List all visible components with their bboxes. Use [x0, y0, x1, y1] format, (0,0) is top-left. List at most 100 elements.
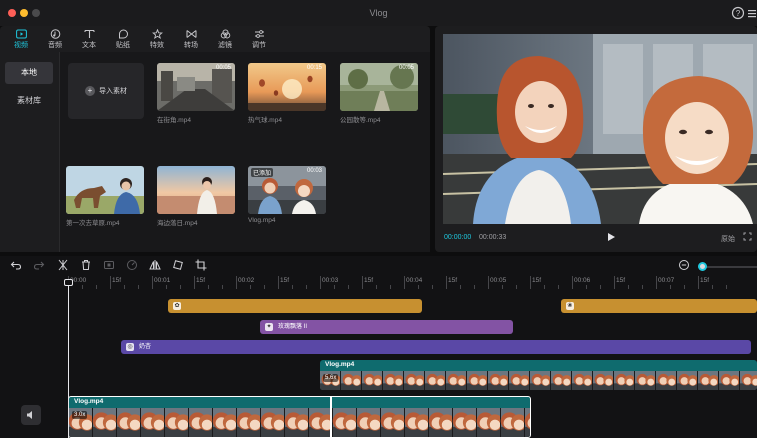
window-title: Vlog: [369, 8, 388, 18]
clip-thumbnail: [66, 166, 144, 214]
ruler-tick-mark: [390, 285, 391, 289]
preview-player: 00:00:00 00:00:33 原始: [435, 26, 757, 252]
ruler-tick-mark: [670, 285, 671, 289]
tab-transition[interactable]: 转场: [174, 26, 208, 52]
ruler-tick-label: 15f: [448, 277, 458, 284]
speed-badge: 3.0x: [72, 411, 88, 419]
menu-icon[interactable]: [745, 6, 757, 20]
filter-icon: [220, 28, 231, 40]
overlay-video-clip[interactable]: Vlog.mp4 5.6x: [320, 360, 757, 390]
ruler-tick-mark: [222, 285, 223, 289]
nav-local[interactable]: 本地: [5, 62, 53, 84]
tab-effects[interactable]: 特效: [140, 26, 174, 52]
tab-sticker[interactable]: 贴纸: [106, 26, 140, 52]
ruler-tick-mark: [698, 276, 699, 289]
tab-video[interactable]: 视频: [4, 26, 38, 52]
media-clip-sunset[interactable]: 海边落日.mp4: [157, 166, 235, 227]
media-clip-grassland[interactable]: 第一次去草原.mp4: [66, 166, 144, 227]
media-source-nav: 本地 素材库: [0, 52, 60, 252]
ruler-tick-label: 00:05: [490, 277, 507, 284]
zoom-out-icon[interactable]: [677, 259, 691, 273]
mirror-icon[interactable]: [148, 259, 162, 273]
sticker-clip-1[interactable]: ✿: [168, 299, 422, 313]
transition-icon: [186, 29, 197, 40]
undo-icon[interactable]: [9, 259, 23, 273]
ruler-tick-mark: [712, 285, 713, 289]
media-clip-balloon[interactable]: 00:15 热气球.mp4: [248, 63, 326, 124]
rotate-icon[interactable]: [171, 259, 185, 273]
text-icon: [83, 29, 95, 40]
effect-clip-rose[interactable]: ✦ 玫瑰飘落 II: [260, 320, 513, 334]
ruler-tick-label: 00:02: [238, 277, 255, 284]
speed-badge: 5.6x: [323, 374, 339, 382]
ruler-tick-mark: [502, 285, 503, 289]
ruler-tick-label: 15f: [700, 277, 710, 284]
total-time: 00:00:33: [479, 234, 507, 241]
adjust-icon: [254, 29, 265, 40]
ruler-tick-mark: [544, 285, 545, 289]
clip-thumbnail: [157, 166, 235, 214]
ruler-tick-label: 15f: [196, 277, 206, 284]
media-clip-vlog[interactable]: 已添加 00:03 Vlog.mp4: [248, 166, 326, 224]
ruler-tick-label: 00:06: [574, 277, 591, 284]
ruler-tick-mark: [96, 285, 97, 289]
clip-trim-handle[interactable]: [330, 396, 332, 438]
title-bar: Vlog ?: [0, 0, 757, 26]
tab-filter[interactable]: 滤镜: [208, 26, 242, 52]
clip-frames: [320, 371, 757, 390]
ruler-tick-mark: [488, 276, 489, 289]
ruler-tick-label: 00:04: [406, 277, 423, 284]
ruler-tick-mark: [264, 285, 265, 289]
tab-text[interactable]: 文本: [72, 26, 106, 52]
help-icon[interactable]: ?: [731, 6, 745, 20]
tab-adjust[interactable]: 调节: [242, 26, 276, 52]
filter-icon: ◎: [126, 343, 134, 351]
fullscreen-icon[interactable]: [743, 232, 752, 243]
delete-icon[interactable]: [79, 259, 93, 273]
ruler-tick-label: 15f: [364, 277, 374, 284]
import-media-button[interactable]: + 导入素材: [68, 63, 144, 119]
video-preview[interactable]: [443, 34, 757, 224]
effects-icon: [151, 28, 163, 40]
media-clip-street[interactable]: 00:05 在街角.mp4: [157, 63, 235, 124]
ruler-tick-mark: [110, 276, 111, 289]
ruler-tick-mark: [614, 276, 615, 289]
sticker-clip-2[interactable]: ❀: [561, 299, 757, 313]
tool-tabs: 视频 音频 文本 贴纸 特效 转场 滤镜 调节: [0, 26, 430, 52]
main-video-clip[interactable]: Vlog.mp4 3.0x: [68, 396, 531, 438]
split-icon[interactable]: [56, 259, 70, 273]
sticker-icon: ✿: [173, 302, 181, 310]
mute-track-button[interactable]: [21, 405, 41, 425]
filter-clip[interactable]: ◎ 奶杏: [121, 340, 751, 354]
ruler-tick-mark: [362, 276, 363, 289]
media-clip-park[interactable]: 00:05 公园散等.mp4: [340, 63, 418, 124]
speed-icon[interactable]: [125, 259, 139, 273]
ruler-tick-mark: [194, 276, 195, 289]
ruler-tick-mark: [278, 276, 279, 289]
ruler-tick-mark: [432, 285, 433, 289]
ruler-tick-mark: [474, 285, 475, 289]
redo-icon[interactable]: [32, 259, 46, 273]
time-ruler[interactable]: 00:00 15f 00:01 15f 00:02 15f 00:03 15f 00:04 15f…: [0, 276, 757, 292]
nav-library[interactable]: 素材库: [5, 90, 53, 112]
crop-icon[interactable]: [194, 259, 208, 273]
zoom-slider-handle[interactable]: [698, 262, 707, 271]
ruler-tick-mark: [208, 285, 209, 289]
ratio-select[interactable]: 原始: [721, 234, 735, 244]
ruler-tick-mark: [250, 285, 251, 289]
ruler-tick-mark: [726, 285, 727, 289]
media-panel: 视频 音频 文本 贴纸 特效 转场 滤镜 调节 本地 素材库 + 导入素材 00…: [0, 26, 430, 252]
playhead-handle[interactable]: [64, 279, 73, 286]
ruler-tick-mark: [376, 285, 377, 289]
playhead[interactable]: [68, 282, 69, 438]
play-icon[interactable]: [606, 232, 616, 244]
ruler-tick-mark: [684, 285, 685, 289]
ruler-tick-mark: [404, 276, 405, 289]
ruler-tick-mark: [138, 285, 139, 289]
ruler-tick-mark: [320, 276, 321, 289]
tab-audio[interactable]: 音频: [38, 26, 72, 52]
freeze-icon[interactable]: [102, 259, 116, 273]
music-icon: [50, 28, 61, 40]
ruler-tick-label: 15f: [616, 277, 626, 284]
effect-icon: ✦: [265, 323, 273, 331]
